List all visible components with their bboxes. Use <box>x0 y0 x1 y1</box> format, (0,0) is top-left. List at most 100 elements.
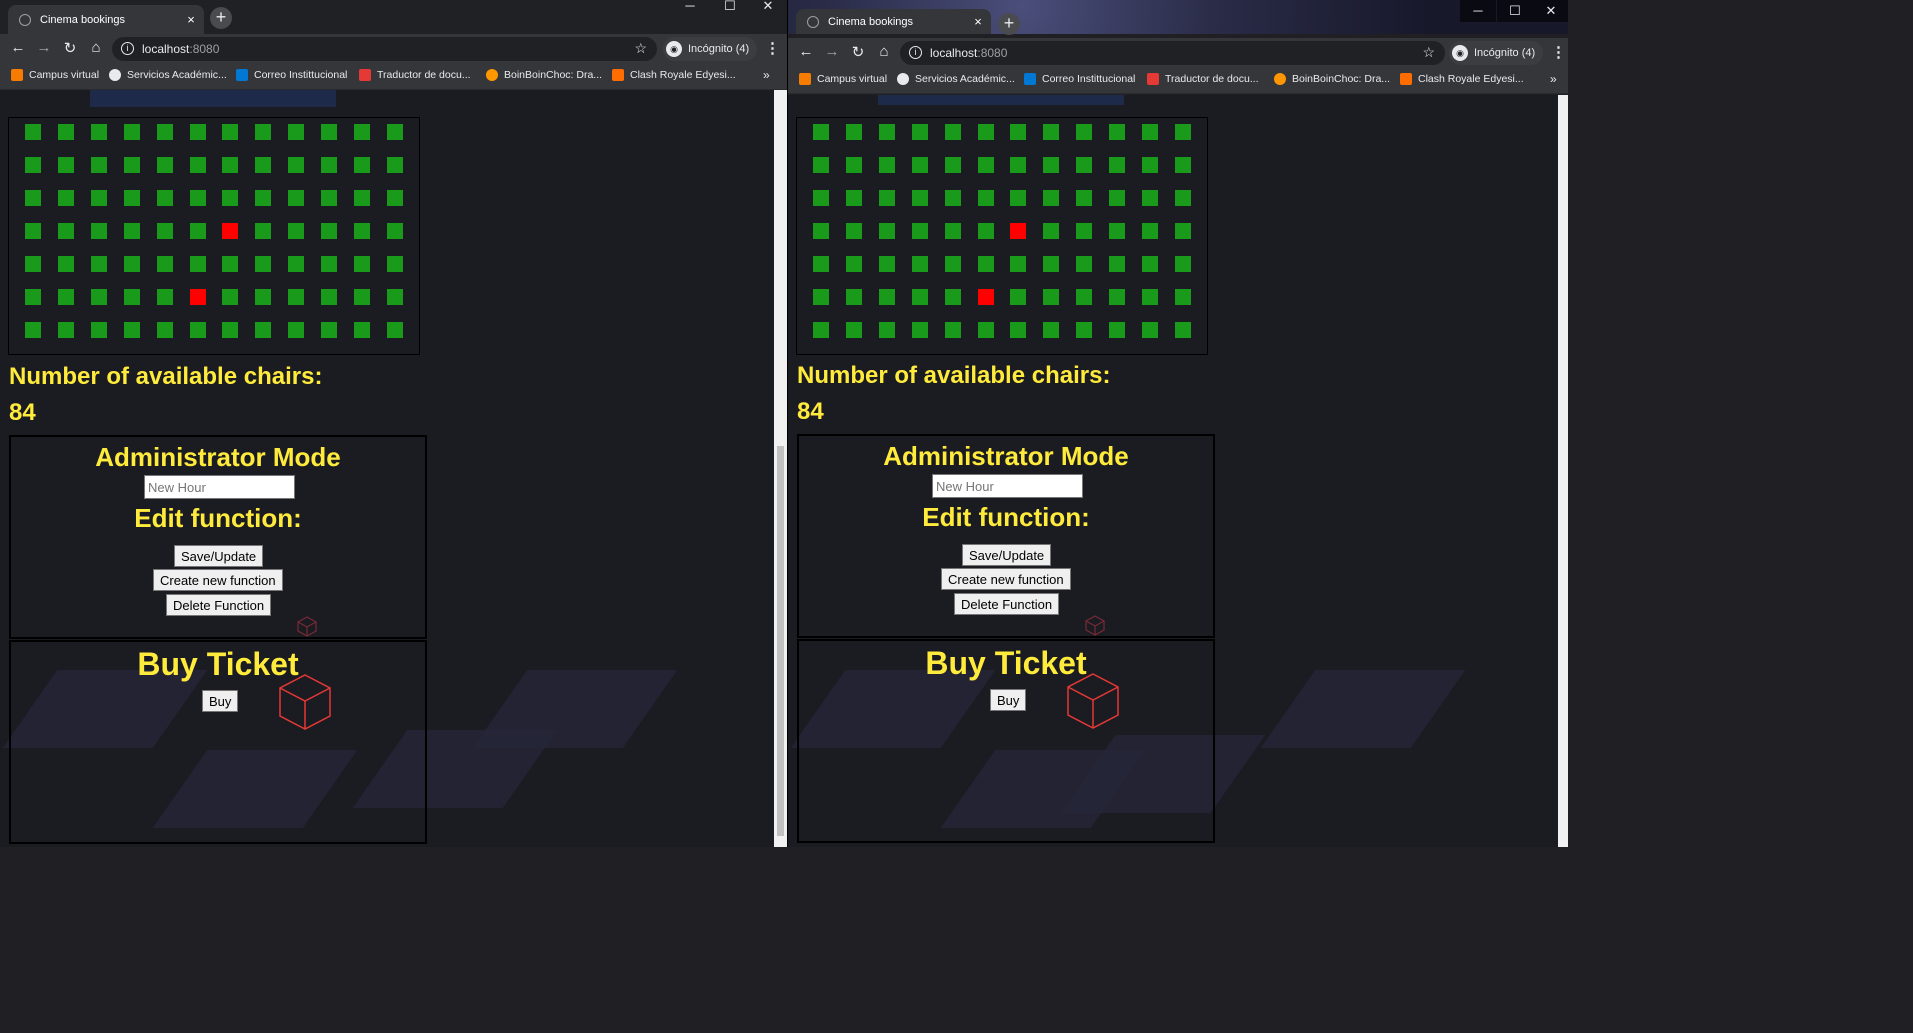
seat-available[interactable] <box>255 124 272 140</box>
seat-available[interactable] <box>189 223 206 239</box>
seat-available[interactable] <box>1142 322 1158 338</box>
seat-available[interactable] <box>845 223 862 239</box>
bookmark-star-icon[interactable]: ☆ <box>634 40 647 57</box>
seat-taken[interactable] <box>222 223 239 239</box>
seat-available[interactable] <box>1010 322 1027 338</box>
seat-available[interactable] <box>123 223 140 239</box>
seat-available[interactable] <box>386 124 403 140</box>
seat-available[interactable] <box>386 190 403 206</box>
seat-available[interactable] <box>25 256 41 272</box>
seat-available[interactable] <box>222 157 239 173</box>
seat-available[interactable] <box>1043 322 1060 338</box>
bookmarks-more-icon[interactable]: » <box>763 68 770 82</box>
save-update-button[interactable]: Save/Update <box>962 544 1052 566</box>
seat-available[interactable] <box>878 157 895 173</box>
seat-available[interactable] <box>189 256 206 272</box>
seat-available[interactable] <box>845 322 862 338</box>
seat-available[interactable] <box>1010 157 1027 173</box>
seat-available[interactable] <box>156 157 173 173</box>
scrollbar-thumb[interactable] <box>777 446 784 836</box>
seat-available[interactable] <box>944 124 961 140</box>
seat-available[interactable] <box>911 256 928 272</box>
bookmark-boinboinchoc[interactable]: BoinBoinChoc: Dra... <box>1274 73 1390 85</box>
seat-available[interactable] <box>1109 256 1126 272</box>
seat-available[interactable] <box>1076 322 1093 338</box>
seat-available[interactable] <box>1010 256 1027 272</box>
seat-taken[interactable] <box>977 289 994 305</box>
page-scrollbar[interactable] <box>774 90 787 847</box>
seat-available[interactable] <box>90 322 107 338</box>
seat-available[interactable] <box>1076 157 1093 173</box>
seat-available[interactable] <box>878 256 895 272</box>
seat-available[interactable] <box>123 256 140 272</box>
seat-available[interactable] <box>354 124 370 140</box>
seat-available[interactable] <box>845 124 862 140</box>
seat-available[interactable] <box>288 289 305 305</box>
address-bar[interactable]: i localhost:8080 ☆ <box>112 37 657 61</box>
seat-available[interactable] <box>845 190 862 206</box>
bookmark-servicios[interactable]: Servicios Académic... <box>897 73 1015 85</box>
seat-available[interactable] <box>878 124 895 140</box>
home-icon[interactable]: ⌂ <box>874 43 894 60</box>
bookmark-traductor[interactable]: Traductor de docu... <box>1147 73 1259 85</box>
seat-available[interactable] <box>1142 256 1158 272</box>
seat-available[interactable] <box>845 256 862 272</box>
seat-available[interactable] <box>386 289 403 305</box>
seat-available[interactable] <box>25 124 41 140</box>
seat-available[interactable] <box>1109 289 1126 305</box>
seat-available[interactable] <box>1043 289 1060 305</box>
seat-available[interactable] <box>977 223 994 239</box>
new-tab-button[interactable]: + <box>210 7 232 29</box>
seat-available[interactable] <box>255 322 272 338</box>
forward-arrow-icon[interactable]: → <box>34 39 54 56</box>
bookmark-correo[interactable]: Correo Instittucional <box>236 69 347 81</box>
seat-available[interactable] <box>156 124 173 140</box>
bookmarks-more-icon[interactable]: » <box>1550 72 1557 86</box>
seat-available[interactable] <box>123 190 140 206</box>
seat-available[interactable] <box>1174 124 1191 140</box>
seat-available[interactable] <box>222 124 239 140</box>
seat-available[interactable] <box>354 256 370 272</box>
seat-available[interactable] <box>1043 124 1060 140</box>
minimize-icon[interactable]: ─ <box>672 0 708 14</box>
seat-available[interactable] <box>321 157 338 173</box>
back-arrow-icon[interactable]: ← <box>796 43 816 60</box>
seat-available[interactable] <box>386 256 403 272</box>
seat-available[interactable] <box>288 223 305 239</box>
seat-available[interactable] <box>156 289 173 305</box>
seat-available[interactable] <box>57 289 74 305</box>
seat-available[interactable] <box>1142 124 1158 140</box>
seat-available[interactable] <box>1109 157 1126 173</box>
seat-available[interactable] <box>321 223 338 239</box>
seat-available[interactable] <box>1076 190 1093 206</box>
bookmark-clash-royale[interactable]: Clash Royale Edyesi... <box>1400 73 1524 85</box>
seat-available[interactable] <box>386 157 403 173</box>
save-update-button[interactable]: Save/Update <box>174 545 264 567</box>
browser-tab[interactable]: Cinema bookings × <box>8 5 204 34</box>
seat-available[interactable] <box>878 223 895 239</box>
seat-available[interactable] <box>354 223 370 239</box>
seat-available[interactable] <box>57 157 74 173</box>
seat-available[interactable] <box>1109 124 1126 140</box>
seat-available[interactable] <box>1043 223 1060 239</box>
page-scrollbar[interactable] <box>1558 95 1568 847</box>
seat-available[interactable] <box>156 223 173 239</box>
seat-available[interactable] <box>1142 289 1158 305</box>
new-tab-button[interactable]: + <box>998 13 1020 35</box>
seat-available[interactable] <box>1174 190 1191 206</box>
home-icon[interactable]: ⌂ <box>86 39 106 56</box>
close-tab-icon[interactable]: × <box>182 12 200 27</box>
seat-available[interactable] <box>255 157 272 173</box>
bookmark-traductor[interactable]: Traductor de docu... <box>359 69 471 81</box>
menu-kebab-icon[interactable]: ⋮ <box>765 39 780 57</box>
seat-available[interactable] <box>156 322 173 338</box>
seat-available[interactable] <box>255 289 272 305</box>
seat-available[interactable] <box>944 289 961 305</box>
seat-available[interactable] <box>911 157 928 173</box>
seat-available[interactable] <box>90 289 107 305</box>
seat-available[interactable] <box>845 289 862 305</box>
seat-available[interactable] <box>222 289 239 305</box>
create-function-button[interactable]: Create new function <box>153 569 283 591</box>
seat-available[interactable] <box>1010 289 1027 305</box>
seat-available[interactable] <box>813 322 829 338</box>
